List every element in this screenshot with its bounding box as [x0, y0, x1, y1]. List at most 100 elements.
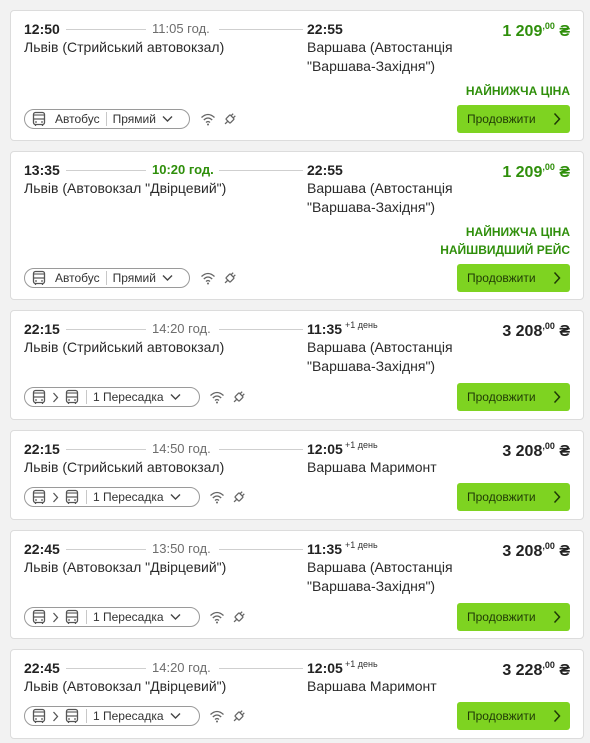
continue-button[interactable]: Продовжити	[457, 483, 570, 511]
power-plug-icon	[231, 489, 247, 510]
arrival-time: 12:05	[307, 660, 343, 676]
continue-button[interactable]: Продовжити	[457, 264, 570, 292]
chevron-right-icon	[52, 711, 59, 722]
arrival-station: Варшава (Автостанція	[307, 39, 453, 55]
route-type-label: 1 Пересадка	[93, 610, 164, 624]
continue-button-label: Продовжити	[467, 490, 536, 504]
trip-duration: 10:20 год.	[152, 162, 214, 177]
arrival-station: Варшава Маримонт	[307, 678, 437, 694]
continue-button-label: Продовжити	[467, 271, 536, 285]
duration-line-right	[219, 668, 303, 669]
wifi-icon	[200, 271, 216, 290]
chevron-down-icon	[170, 712, 181, 720]
ticket-price: 3 228,00 ₴	[502, 660, 570, 680]
amenities	[200, 111, 238, 132]
pill-divider	[86, 390, 87, 404]
trip-card[interactable]: 22:45 14:20 год. 12:05 +1 день Львів (Автово…	[10, 649, 584, 739]
power-plug-icon	[231, 389, 247, 410]
departure-station: Львів (Автовокзал "Двірцевий")	[24, 678, 227, 694]
price-cents: ,00	[542, 660, 555, 670]
route-type-label: 1 Пересадка	[93, 709, 164, 723]
departure-station: Львів (Стрийський автовокзал)	[24, 339, 225, 355]
duration-line-right	[219, 549, 303, 550]
continue-button[interactable]: Продовжити	[457, 105, 570, 133]
bus-icon	[31, 270, 47, 286]
duration-line-left	[66, 170, 146, 171]
departure-time: 13:35	[24, 162, 60, 178]
duration-line-right	[219, 329, 303, 330]
arrival-time: 22:55	[307, 162, 343, 178]
duration-line-right	[219, 449, 303, 450]
route-details-dropdown[interactable]: 1 Пересадка	[24, 387, 200, 407]
bus-icon	[64, 609, 80, 625]
amenities	[209, 389, 247, 410]
bus-icon	[31, 489, 47, 505]
bus-icon	[31, 609, 47, 625]
bus-icon	[31, 111, 47, 127]
arrival-station: Варшава (Автостанція	[307, 559, 453, 575]
route-details-dropdown[interactable]: Автобус Прямий	[24, 268, 190, 288]
pill-divider	[86, 610, 87, 624]
power-plug-icon	[222, 270, 238, 291]
departure-time: 22:15	[24, 441, 60, 457]
next-day-label: +1 день	[345, 440, 378, 450]
trip-card[interactable]: 13:35 10:20 год. 22:55 Львів (Автовокзал "Д…	[10, 151, 584, 300]
duration-line-right	[219, 29, 303, 30]
route-details-dropdown[interactable]: Автобус Прямий	[24, 109, 190, 129]
route-type-label: Прямий	[112, 271, 156, 285]
bus-icon	[31, 708, 47, 724]
transport-type-label: Автобус	[55, 271, 100, 285]
duration-line-right	[219, 170, 303, 171]
amenities	[209, 708, 247, 729]
trip-card[interactable]: 22:45 13:50 год. 11:35 +1 день Львів (Автово…	[10, 530, 584, 639]
currency-symbol: ₴	[559, 543, 570, 560]
route-details-dropdown[interactable]: 1 Пересадка	[24, 706, 200, 726]
departure-station: Львів (Стрийський автовокзал)	[24, 39, 225, 55]
chevron-right-icon	[553, 610, 561, 627]
pill-divider	[86, 490, 87, 504]
continue-button-label: Продовжити	[467, 112, 536, 126]
trip-card[interactable]: 22:15 14:20 год. 11:35 +1 день Львів (Стрийс…	[10, 310, 584, 420]
continue-button-label: Продовжити	[467, 390, 536, 404]
next-day-label: +1 день	[345, 659, 378, 669]
arrival-station: Варшава (Автостанція	[307, 180, 453, 196]
trip-card[interactable]: 12:50 11:05 год. 22:55 Львів (Стрийський ав…	[10, 10, 584, 141]
chevron-down-icon	[170, 493, 181, 501]
price-cents: ,00	[542, 162, 555, 172]
bus-icon	[64, 708, 80, 724]
arrival-time: 12:05	[307, 441, 343, 457]
ticket-price: 3 208,00 ₴	[502, 441, 570, 461]
chevron-right-icon	[553, 490, 561, 507]
wifi-icon	[209, 390, 225, 409]
trip-duration: 14:50 год.	[152, 441, 211, 456]
continue-button[interactable]: Продовжити	[457, 603, 570, 631]
price-cents: ,00	[542, 541, 555, 551]
amenities	[200, 270, 238, 291]
arrival-time: 11:35	[307, 321, 343, 337]
price-amount: 1 209	[502, 23, 543, 40]
chevron-right-icon	[553, 390, 561, 407]
power-plug-icon	[231, 609, 247, 630]
currency-symbol: ₴	[559, 323, 570, 340]
continue-button[interactable]: Продовжити	[457, 383, 570, 411]
pill-divider	[105, 112, 107, 126]
arrival-station-line2: "Варшава-Західня")	[307, 199, 436, 215]
route-details-dropdown[interactable]: 1 Пересадка	[24, 487, 200, 507]
ticket-price: 1 209,00 ₴	[502, 21, 570, 41]
duration-line-left	[66, 449, 146, 450]
route-type-label: 1 Пересадка	[93, 490, 164, 504]
pill-divider	[105, 271, 107, 285]
power-plug-icon	[231, 708, 247, 729]
arrival-time: 22:55	[307, 21, 343, 37]
route-details-dropdown[interactable]: 1 Пересадка	[24, 607, 200, 627]
amenities	[209, 609, 247, 630]
trip-card[interactable]: 22:15 14:50 год. 12:05 +1 день Львів (Стрийс…	[10, 430, 584, 520]
departure-station: Львів (Стрийський автовокзал)	[24, 459, 225, 475]
continue-button[interactable]: Продовжити	[457, 702, 570, 730]
price-amount: 3 208	[502, 443, 543, 460]
wifi-icon	[209, 709, 225, 728]
duration-line-left	[66, 329, 146, 330]
continue-button-label: Продовжити	[467, 610, 536, 624]
next-day-label: +1 день	[345, 320, 378, 330]
transport-type-label: Автобус	[55, 112, 100, 126]
